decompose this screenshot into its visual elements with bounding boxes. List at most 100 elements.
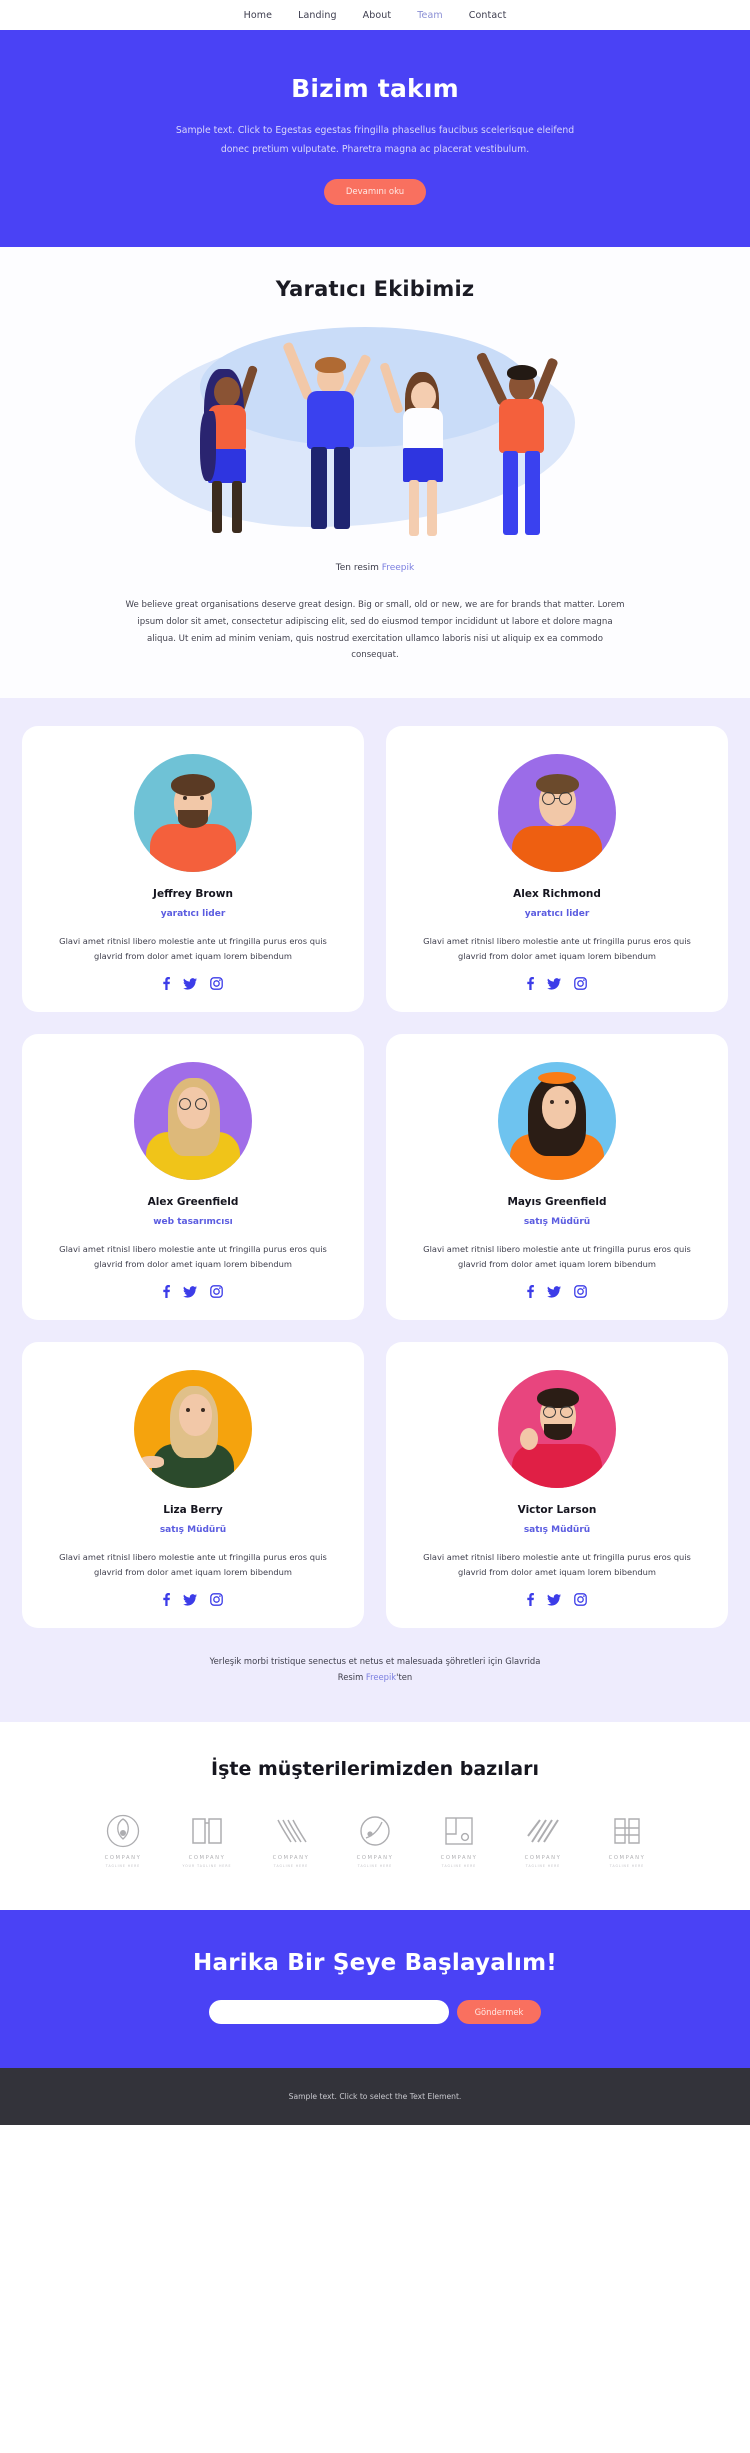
member-name: Alex Richmond	[513, 888, 601, 901]
client-logo-row: COMPANY TAGLINE HERE COMPANY YOUR TAGLIN…	[0, 1814, 750, 1868]
team-footer-note: Yerleşik morbi tristique senectus et net…	[22, 1628, 728, 1710]
team-card[interactable]: Alex Greenfield web tasarımcısı Glavi am…	[22, 1034, 364, 1321]
nav-item-home[interactable]: Home	[244, 10, 272, 21]
team-card[interactable]: Jeffrey Brown yaratıcı lider Glavi amet …	[22, 726, 364, 1013]
twitter-icon[interactable]	[547, 977, 561, 990]
creative-body-text: We believe great organisations deserve g…	[125, 600, 625, 661]
member-name: Mayıs Greenfield	[507, 1196, 607, 1209]
twitter-icon[interactable]	[183, 1593, 197, 1606]
client-logo-tagline: YOUR TAGLINE HERE	[182, 1864, 232, 1869]
nav-item-landing[interactable]: Landing	[298, 10, 337, 21]
freepik-link[interactable]: Freepik	[382, 563, 415, 573]
submit-button[interactable]: Göndermek	[456, 2000, 542, 2025]
member-role: satış Müdürü	[523, 1217, 591, 1228]
clients-title: İşte müşterilerimizden bazıları	[211, 1758, 539, 1781]
member-description: Glavi amet ritnisl libero molestie ante …	[59, 936, 327, 961]
facebook-icon[interactable]	[527, 1285, 534, 1299]
cta-section: Harika Bir Şeye Başlayalım! Göndermek	[0, 1910, 750, 2069]
creative-team-section: Yaratıcı Ekibimiz Ten resim Freepik We b…	[0, 247, 750, 699]
nav-item-about[interactable]: About	[363, 10, 392, 21]
facebook-icon[interactable]	[527, 1593, 534, 1607]
instagram-icon[interactable]	[574, 977, 587, 990]
avatar	[134, 1370, 252, 1489]
team-card[interactable]: Liza Berry satış Müdürü Glavi amet ritni…	[22, 1342, 364, 1629]
instagram-icon[interactable]	[210, 1285, 223, 1299]
team-footer-prefix: Resim	[337, 1672, 366, 1683]
client-logo-tagline: TAGLINE HERE	[357, 1864, 393, 1869]
bracket-logo	[614, 1818, 640, 1844]
hero-read-more-button[interactable]: Devamını oku	[323, 179, 427, 206]
instagram-icon[interactable]	[210, 1593, 223, 1607]
client-logo-name: COMPANY	[524, 1855, 562, 1862]
twitter-icon[interactable]	[547, 1285, 561, 1298]
member-description: Glavi amet ritnisl libero molestie ante …	[59, 1244, 327, 1269]
social-links	[44, 1593, 342, 1607]
client-logo[interactable]: COMPANY YOUR TAGLINE HERE	[176, 1814, 238, 1868]
member-role: yaratıcı lider	[160, 909, 226, 920]
illustration-caption-text: Ten resim	[335, 563, 382, 574]
creative-section-title: Yaratıcı Ekibimiz	[275, 277, 475, 302]
hero-subtitle: Sample text. Click to Egestas egestas fr…	[175, 125, 575, 156]
twitter-icon[interactable]	[183, 977, 197, 990]
twitter-icon[interactable]	[183, 1285, 197, 1298]
illustration-person-2	[282, 341, 380, 541]
wave-lines-logo	[277, 1819, 307, 1843]
client-logo[interactable]: COMPANY TAGLINE HERE	[260, 1814, 322, 1868]
client-logo-name: COMPANY	[440, 1855, 478, 1862]
client-logo[interactable]: COMPANY TAGLINE HERE	[428, 1814, 490, 1868]
avatar	[498, 1062, 616, 1181]
email-input[interactable]	[208, 2000, 449, 2025]
member-role: yaratıcı lider	[524, 909, 590, 920]
team-card[interactable]: Mayıs Greenfield satış Müdürü Glavi amet…	[386, 1034, 728, 1321]
leaf-circle-logo	[106, 1814, 140, 1848]
book-logo	[192, 1818, 222, 1844]
facebook-icon[interactable]	[163, 1285, 170, 1299]
client-logo[interactable]: COMPANY TAGLINE HERE	[512, 1814, 574, 1868]
team-footer-line2: Resim Freepik'ten	[22, 1670, 728, 1686]
team-card[interactable]: Alex Richmond yaratıcı lider Glavi amet …	[386, 726, 728, 1013]
team-grid: Jeffrey Brown yaratıcı lider Glavi amet …	[22, 726, 728, 1629]
twitter-icon[interactable]	[547, 1593, 561, 1606]
client-logo-tagline: TAGLINE HERE	[105, 1864, 141, 1869]
team-footer-suffix: 'ten	[396, 1672, 413, 1683]
nav-item-contact[interactable]: Contact	[469, 10, 507, 21]
facebook-icon[interactable]	[163, 977, 170, 991]
facebook-icon[interactable]	[163, 1593, 170, 1607]
social-links	[408, 1593, 706, 1607]
team-card[interactable]: Victor Larson satış Müdürü Glavi amet ri…	[386, 1342, 728, 1629]
team-members-section: Jeffrey Brown yaratıcı lider Glavi amet …	[0, 698, 750, 1723]
diagonal-stripes-logo	[527, 1819, 559, 1843]
freepik-link-footer[interactable]: Freepik	[366, 1672, 396, 1682]
page-footer: Sample text. Click to select the Text El…	[0, 2068, 750, 2126]
member-name: Alex Greenfield	[147, 1196, 239, 1209]
client-logo[interactable]: COMPANY TAGLINE HERE	[596, 1814, 658, 1868]
member-role: web tasarımcısı	[153, 1217, 233, 1228]
instagram-icon[interactable]	[210, 977, 223, 990]
illustration-person-4	[475, 349, 569, 541]
client-logo[interactable]: COMPANY TAGLINE HERE	[344, 1814, 406, 1868]
member-description: Glavi amet ritnisl libero molestie ante …	[423, 1244, 691, 1269]
social-links	[44, 977, 342, 991]
illustration-caption: Ten resim Freepik	[0, 563, 750, 573]
clients-section: İşte müşterilerimizden bazıları COMPANY …	[0, 1722, 750, 1911]
client-logo[interactable]: COMPANY TAGLINE HERE	[92, 1814, 154, 1868]
hero-title: Bizim takım	[291, 74, 459, 103]
member-name: Jeffrey Brown	[153, 888, 233, 901]
instagram-icon[interactable]	[574, 1285, 587, 1299]
instagram-icon[interactable]	[574, 1593, 587, 1607]
facebook-icon[interactable]	[527, 977, 534, 991]
member-role: satış Müdürü	[159, 1525, 227, 1536]
client-logo-tagline: TAGLINE HERE	[273, 1864, 309, 1869]
avatar	[134, 1062, 252, 1181]
team-footer-line1: Yerleşik morbi tristique senectus et net…	[209, 1656, 541, 1667]
nav-item-team[interactable]: Team	[417, 10, 443, 21]
circle-swoosh-logo	[360, 1816, 390, 1846]
client-logo-tagline: TAGLINE HERE	[525, 1864, 561, 1869]
hero-section: Bizim takım Sample text. Click to Egesta…	[0, 30, 750, 248]
member-description: Glavi amet ritnisl libero molestie ante …	[423, 1552, 691, 1577]
social-links	[44, 1285, 342, 1299]
client-logo-tagline: TAGLINE HERE	[609, 1864, 645, 1869]
member-description: Glavi amet ritnisl libero molestie ante …	[59, 1552, 327, 1577]
member-description: Glavi amet ritnisl libero molestie ante …	[423, 936, 691, 961]
cta-form: Göndermek	[0, 2000, 750, 2025]
